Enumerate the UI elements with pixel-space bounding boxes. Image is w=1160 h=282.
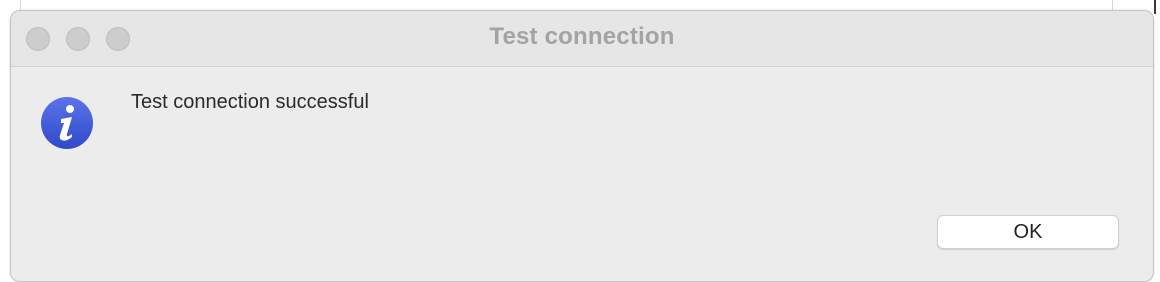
background-scrollbar-edge bbox=[1154, 0, 1156, 14]
info-icon bbox=[41, 97, 93, 149]
test-connection-dialog: Test connection Test connection successf… bbox=[10, 10, 1154, 282]
dialog-title: Test connection bbox=[489, 23, 675, 50]
dialog-titlebar[interactable]: Test connection bbox=[11, 11, 1153, 67]
ok-button[interactable]: OK bbox=[937, 215, 1119, 249]
dialog-message: Test connection successful bbox=[131, 91, 369, 113]
